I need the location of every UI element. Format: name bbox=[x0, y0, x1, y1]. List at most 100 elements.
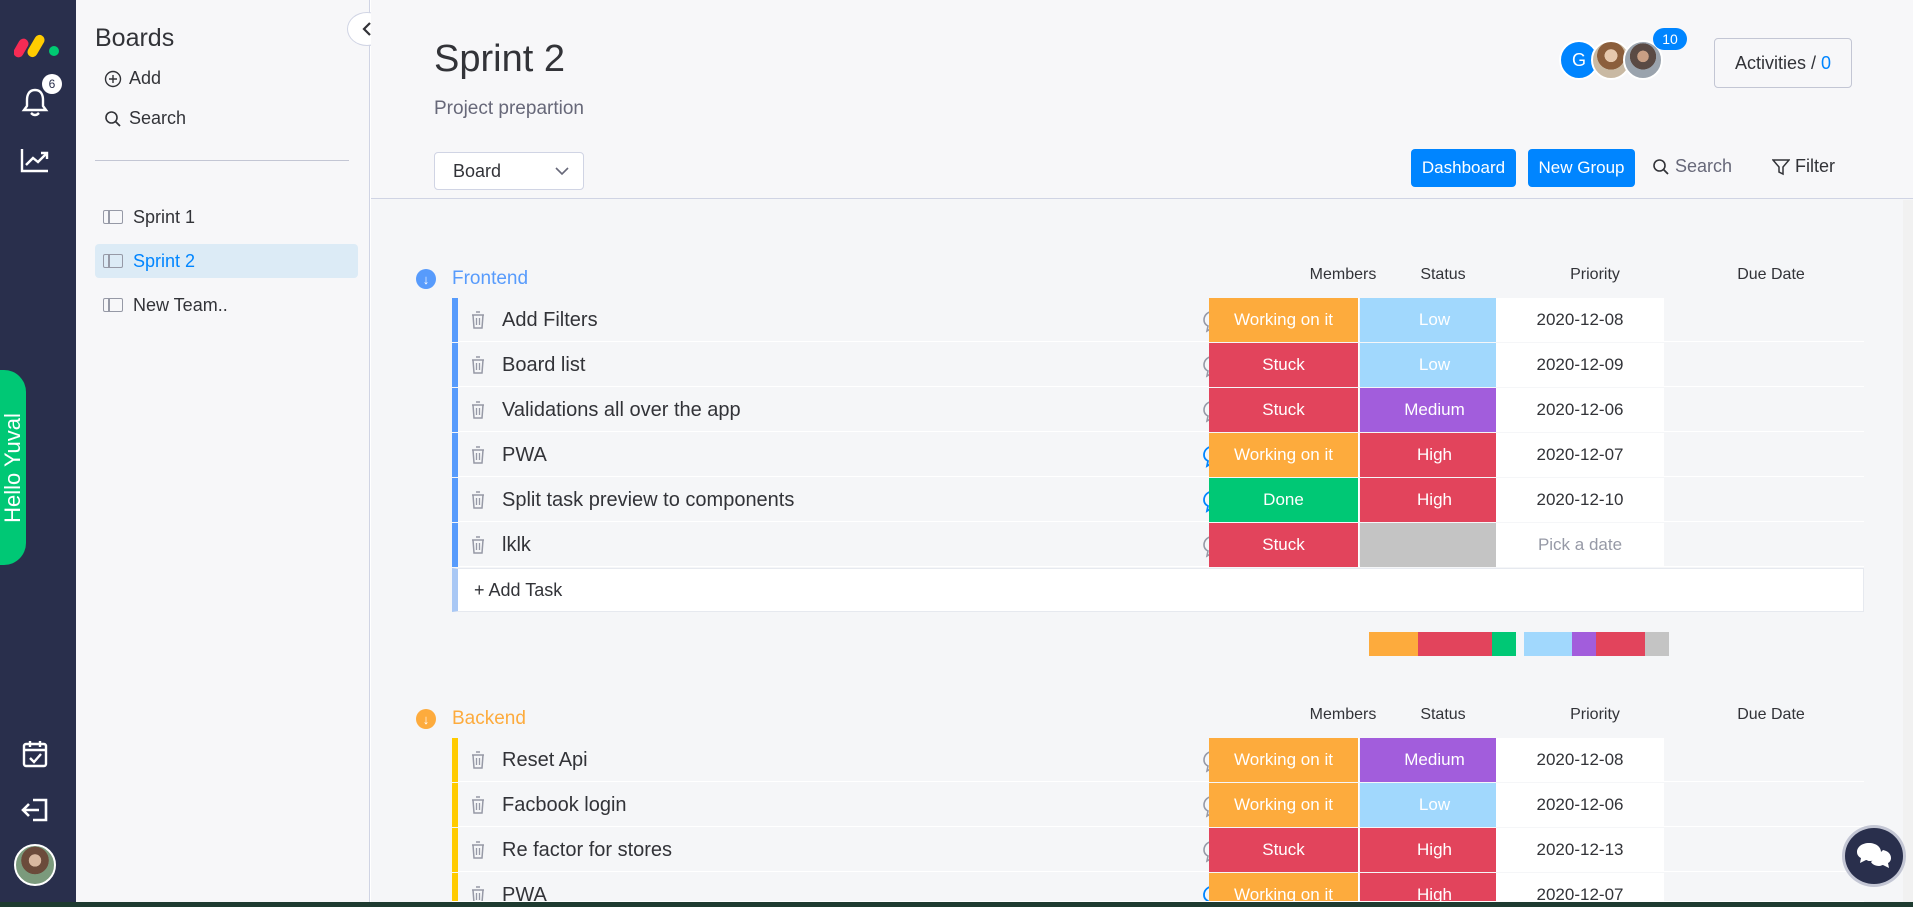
priority-cell[interactable]: Low bbox=[1360, 783, 1510, 827]
board-members[interactable]: G bbox=[1559, 40, 1663, 82]
trash-icon[interactable] bbox=[470, 490, 486, 510]
view-select-value: Board bbox=[453, 160, 502, 181]
filter-label: Filter bbox=[1795, 156, 1835, 176]
due-date-cell[interactable]: 2020-12-08 bbox=[1496, 298, 1664, 342]
trash-icon[interactable] bbox=[470, 885, 486, 902]
priority-cell[interactable]: High bbox=[1360, 478, 1510, 522]
arrow-down-circle-icon[interactable]: ↓ bbox=[416, 709, 436, 729]
add-label: Add bbox=[129, 68, 162, 88]
due-date-cell[interactable]: 2020-12-07 bbox=[1496, 433, 1664, 477]
board-item-sprint-2[interactable]: Sprint 2 bbox=[95, 244, 358, 278]
page-title: Sprint 2 bbox=[434, 38, 565, 80]
task-name[interactable]: Add Filters bbox=[502, 309, 598, 332]
priority-cell[interactable] bbox=[1360, 523, 1510, 567]
summary-segment bbox=[1492, 632, 1516, 656]
filter-button[interactable]: Filter bbox=[1772, 156, 1835, 177]
due-date-cell[interactable]: 2020-12-13 bbox=[1496, 828, 1664, 872]
board-item-sprint-1[interactable]: Sprint 1 bbox=[95, 200, 358, 234]
table-row[interactable]: Board list Stuck Low 2020-12-09 bbox=[452, 343, 1864, 387]
group-title[interactable]: Backend bbox=[452, 708, 526, 730]
group-stripe bbox=[452, 738, 458, 782]
due-date-cell[interactable]: 2020-12-06 bbox=[1496, 783, 1664, 827]
table-row[interactable]: Reset Api Working on it Medium 2020-12-0… bbox=[452, 738, 1864, 782]
monday-logo[interactable] bbox=[14, 24, 62, 58]
priority-cell[interactable]: High bbox=[1360, 433, 1510, 477]
chat-support-button[interactable] bbox=[1842, 825, 1906, 887]
group-title[interactable]: Frontend bbox=[452, 268, 528, 290]
priority-cell[interactable]: Low bbox=[1360, 343, 1510, 387]
status-cell[interactable]: Working on it bbox=[1209, 738, 1359, 782]
add-board-button[interactable]: Add bbox=[104, 68, 161, 89]
page-subtitle[interactable]: Project prepartion bbox=[434, 98, 584, 120]
chart-trend-icon[interactable] bbox=[19, 144, 51, 176]
task-name[interactable]: PWA bbox=[502, 884, 547, 901]
trash-icon[interactable] bbox=[470, 400, 486, 420]
due-date-cell[interactable]: 2020-12-09 bbox=[1496, 343, 1664, 387]
status-cell[interactable]: Stuck bbox=[1209, 828, 1359, 872]
trash-icon[interactable] bbox=[470, 355, 486, 375]
trash-icon[interactable] bbox=[470, 750, 486, 770]
search-boards-button[interactable]: Search bbox=[104, 108, 186, 129]
task-name[interactable]: Facbook login bbox=[502, 794, 627, 817]
priority-cell[interactable]: Medium bbox=[1360, 738, 1510, 782]
scrollbar[interactable] bbox=[1903, 200, 1913, 902]
sidebar-divider bbox=[95, 160, 349, 161]
hello-tab[interactable]: Hello Yuval bbox=[0, 370, 26, 565]
due-date-cell[interactable]: 2020-12-10 bbox=[1496, 478, 1664, 522]
logout-icon[interactable] bbox=[19, 794, 51, 826]
column-header-due-date: Due Date bbox=[1737, 266, 1805, 283]
boards-sidebar: Boards Add Search Sprint 1 Sprint 2 New … bbox=[76, 0, 370, 902]
priority-cell[interactable]: Medium bbox=[1360, 388, 1510, 432]
table-row[interactable]: Split task preview to components 1 5 Don… bbox=[452, 478, 1864, 522]
task-name[interactable]: Re factor for stores bbox=[502, 839, 672, 862]
trash-icon[interactable] bbox=[470, 840, 486, 860]
status-cell[interactable]: Working on it bbox=[1209, 783, 1359, 827]
task-name[interactable]: Validations all over the app bbox=[502, 399, 741, 422]
group-stripe bbox=[452, 388, 458, 432]
task-name[interactable]: Split task preview to components bbox=[502, 489, 794, 512]
table-row[interactable]: Facbook login Working on it Low 2020-12-… bbox=[452, 783, 1864, 827]
table-row[interactable]: PWA 3 Working on it High 2020-12-07 bbox=[452, 873, 1864, 902]
table-row[interactable]: lklk Stuck Pick a date bbox=[452, 523, 1864, 567]
board-label: Sprint 2 bbox=[133, 250, 196, 271]
trash-icon[interactable] bbox=[470, 445, 486, 465]
priority-cell[interactable]: Low bbox=[1360, 298, 1510, 342]
group-header: ↓ Frontend Members Status Priority Due D… bbox=[416, 260, 1866, 300]
priority-cell[interactable]: High bbox=[1360, 873, 1510, 901]
dashboard-button[interactable]: Dashboard bbox=[1411, 149, 1516, 187]
due-date-cell[interactable]: 2020-12-07 bbox=[1496, 873, 1664, 901]
table-row[interactable]: Validations all over the app Stuck Mediu… bbox=[452, 388, 1864, 432]
due-date-cell[interactable]: Pick a date bbox=[1496, 523, 1664, 567]
new-group-button[interactable]: New Group bbox=[1528, 149, 1635, 187]
due-date-cell[interactable]: 2020-12-06 bbox=[1496, 388, 1664, 432]
table-row[interactable]: Add Filters Working on it Low 2020-12-08 bbox=[452, 298, 1864, 342]
table-row[interactable]: PWA 3 Working on it High 2020-12-07 bbox=[452, 433, 1864, 477]
status-cell[interactable]: Stuck bbox=[1209, 523, 1359, 567]
priority-cell[interactable]: High bbox=[1360, 828, 1510, 872]
task-name[interactable]: PWA bbox=[502, 444, 547, 467]
arrow-down-circle-icon[interactable]: ↓ bbox=[416, 269, 436, 289]
due-date-cell[interactable]: 2020-12-08 bbox=[1496, 738, 1664, 782]
activities-button[interactable]: Activities / 0 bbox=[1714, 38, 1852, 88]
view-select[interactable]: Board bbox=[434, 152, 584, 190]
add-task-button[interactable]: + Add Task bbox=[452, 568, 1864, 612]
task-name[interactable]: Reset Api bbox=[502, 749, 588, 772]
table-row[interactable]: Re factor for stores Stuck High 2020-12-… bbox=[452, 828, 1864, 872]
board-search-button[interactable]: Search bbox=[1652, 156, 1732, 177]
trash-icon[interactable] bbox=[470, 795, 486, 815]
status-cell[interactable]: Stuck bbox=[1209, 388, 1359, 432]
trash-icon[interactable] bbox=[470, 310, 486, 330]
status-cell[interactable]: Stuck bbox=[1209, 343, 1359, 387]
task-name[interactable]: lklk bbox=[502, 534, 531, 557]
user-avatar[interactable] bbox=[14, 844, 56, 886]
status-cell[interactable]: Working on it bbox=[1209, 298, 1359, 342]
trash-icon[interactable] bbox=[470, 535, 486, 555]
activities-count: 0 bbox=[1821, 52, 1832, 73]
status-cell[interactable]: Done bbox=[1209, 478, 1359, 522]
status-cell[interactable]: Working on it bbox=[1209, 433, 1359, 477]
board-item-new-team[interactable]: New Team.. bbox=[95, 288, 358, 322]
task-name[interactable]: Board list bbox=[502, 354, 585, 377]
calendar-check-icon[interactable] bbox=[19, 738, 51, 770]
group-stripe bbox=[452, 298, 458, 342]
status-cell[interactable]: Working on it bbox=[1209, 873, 1359, 901]
